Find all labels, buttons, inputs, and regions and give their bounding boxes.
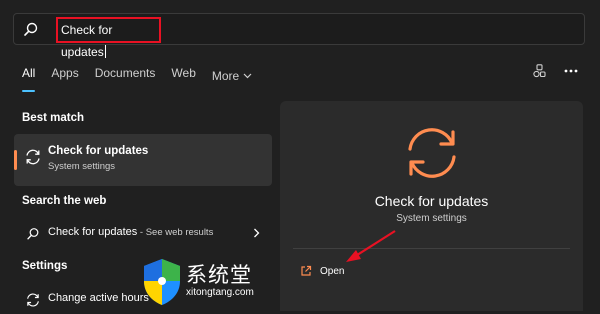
web-result-query: Check for updates: [48, 226, 138, 238]
annotation-arrow: [346, 230, 396, 262]
text-caret: [104, 45, 106, 58]
settings-heading: Settings: [22, 260, 68, 272]
search-bar[interactable]: Check for updates: [13, 13, 585, 59]
tab-more-label: More: [211, 69, 240, 83]
filter-tabs: All Apps Documents Web More: [22, 66, 252, 92]
selection-indicator: [14, 150, 17, 170]
open-external-icon: [301, 265, 312, 276]
chevron-down-icon: [243, 73, 252, 79]
search-icon: [24, 22, 38, 36]
search-icon: [27, 228, 39, 240]
settings-result-label: Change active hours: [48, 292, 149, 304]
open-button-label: Open: [320, 265, 345, 277]
tab-more[interactable]: More: [212, 66, 252, 86]
sync-icon: [27, 293, 39, 307]
watermark-url: xitongtang.com: [186, 287, 254, 298]
tab-all[interactable]: All: [22, 66, 36, 92]
preview-subtitle: System settings: [396, 213, 467, 224]
top-right-actions: [532, 64, 578, 78]
best-match-item[interactable]: Check for updates System settings: [14, 134, 272, 186]
tab-documents[interactable]: Documents: [95, 66, 156, 86]
account-switch-icon[interactable]: [532, 64, 546, 78]
watermark-text: 系统堂: [186, 263, 252, 287]
watermark: 系统堂 xitongtang.com: [140, 255, 300, 311]
sync-icon: [26, 149, 40, 165]
web-result-label: Check for updates - See web results: [48, 226, 213, 238]
web-result-item[interactable]: Check for updates - See web results: [14, 218, 272, 250]
tab-apps[interactable]: Apps: [51, 66, 78, 86]
chevron-right-icon: [254, 228, 260, 238]
tab-web[interactable]: Web: [171, 66, 195, 86]
shield-logo-icon: [144, 259, 180, 305]
search-web-heading: Search the web: [22, 195, 107, 207]
search-input[interactable]: Check for updates: [56, 17, 161, 59]
best-match-title: Check for updates: [48, 145, 149, 157]
preview-panel: Check for updates System settings Open: [280, 101, 583, 311]
preview-title: Check for updates: [374, 193, 489, 209]
more-options-icon[interactable]: [564, 69, 578, 73]
best-match-heading: Best match: [22, 112, 84, 124]
open-button[interactable]: Open: [300, 265, 344, 277]
web-result-hint: - See web results: [137, 227, 214, 238]
divider: [293, 248, 570, 249]
best-match-subtitle: System settings: [48, 161, 116, 172]
sync-icon: [408, 128, 456, 178]
